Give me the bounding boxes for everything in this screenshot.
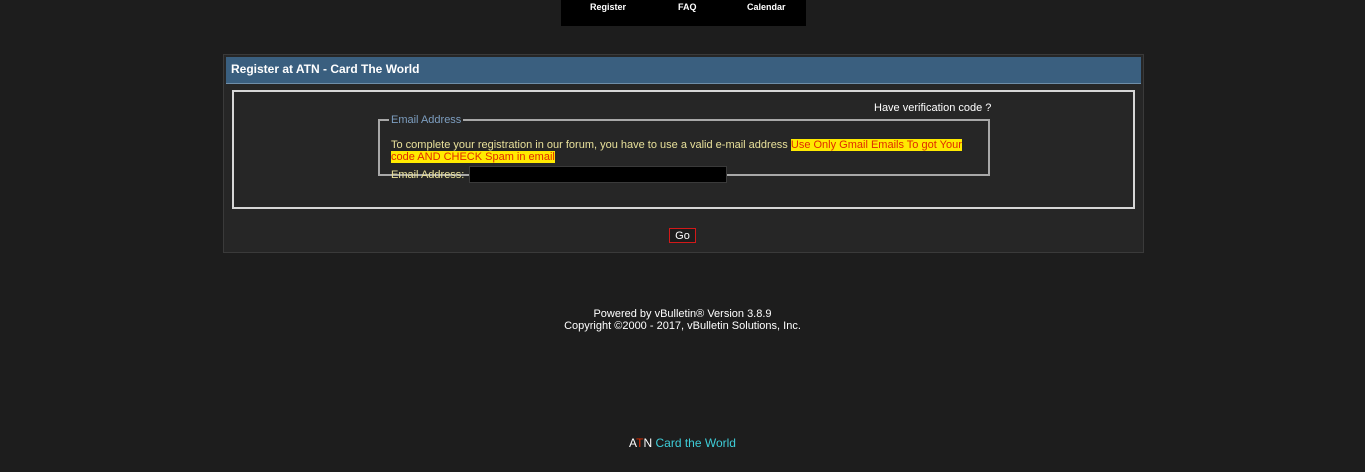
nav-register-link[interactable]: Register (590, 2, 626, 12)
instructions-text: To complete your registration in our for… (391, 139, 791, 151)
verification-code-link[interactable]: Have verification code ? (874, 102, 991, 114)
brand-logo-text: ATN Card the World (0, 436, 1365, 450)
nav-calendar-link[interactable]: Calendar (747, 2, 786, 12)
email-label: Email Address: (391, 169, 465, 181)
copyright-text: Copyright ©2000 - 2017, vBulletin Soluti… (564, 320, 801, 332)
email-input[interactable] (469, 166, 727, 183)
powered-by-text: Powered by vBulletin® Version 3.8.9 (593, 308, 772, 320)
page-title: Register at ATN - Card The World (231, 62, 420, 76)
go-button[interactable]: Go (669, 228, 696, 243)
email-fieldset: Email Address To complete your registrat… (378, 114, 990, 183)
top-nav-bar: Register FAQ Calendar (561, 0, 806, 26)
register-panel: Register at ATN - Card The World Have ve… (223, 54, 1144, 253)
nav-faq-link[interactable]: FAQ (678, 2, 697, 12)
registration-instructions: To complete your registration in our for… (391, 139, 971, 163)
brand-tagline: Card the World (652, 436, 736, 450)
registration-box: Have verification code ? Email Address T… (232, 90, 1135, 209)
brand-letter-n: N (643, 436, 653, 450)
footer: Powered by vBulletin® Version 3.8.9 Copy… (0, 308, 1365, 332)
email-fieldset-legend: Email Address (391, 114, 462, 126)
